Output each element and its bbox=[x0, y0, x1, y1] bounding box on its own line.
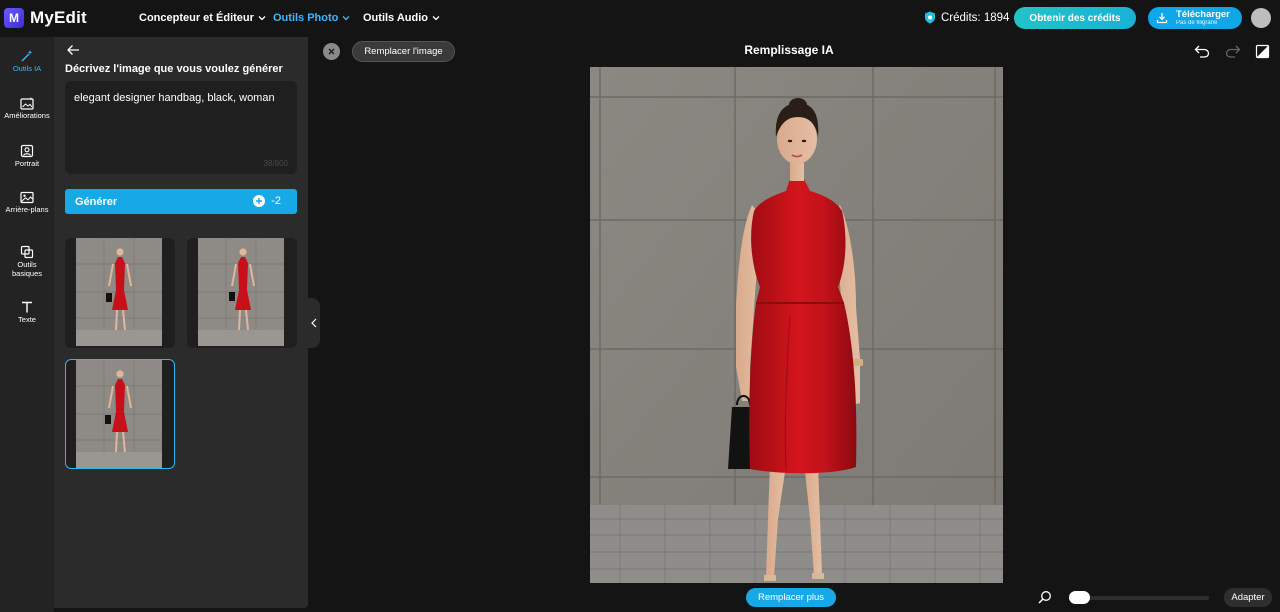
rail-label: Outils basiques bbox=[11, 260, 43, 278]
rail-label: Arrière-plans bbox=[5, 205, 49, 214]
magic-wand-icon bbox=[21, 50, 33, 62]
tool-rail: Outils IA Améliorations Portrait Arrière… bbox=[0, 37, 54, 612]
enhance-image-icon bbox=[20, 97, 34, 110]
collapse-panel-handle[interactable] bbox=[308, 298, 320, 348]
rail-label: Texte bbox=[18, 315, 36, 324]
compare-icon[interactable] bbox=[1255, 44, 1270, 59]
ai-fill-panel: Décrivez l'image que vous voulez générer… bbox=[54, 37, 308, 608]
download-label: Télécharger bbox=[1176, 8, 1230, 20]
chevron-down-icon bbox=[432, 16, 440, 21]
generate-label: Générer bbox=[75, 195, 118, 208]
chevron-left-icon bbox=[311, 318, 317, 328]
panel-title: Décrivez l'image que vous voulez générer bbox=[65, 63, 283, 75]
credits-counter: Crédits: 1894 bbox=[924, 11, 1009, 24]
zoom-slider-track[interactable] bbox=[1069, 596, 1209, 600]
rail-item-enhancements[interactable]: Améliorations bbox=[0, 97, 54, 121]
canvas-title: Remplissage IA bbox=[744, 43, 834, 57]
logo-mark: M bbox=[4, 8, 24, 28]
get-credits-button[interactable]: Obtenir des crédits bbox=[1014, 7, 1136, 29]
result-image bbox=[76, 360, 162, 468]
zoom-icon[interactable] bbox=[1038, 590, 1052, 604]
text-icon bbox=[22, 301, 32, 313]
rail-label: Portrait bbox=[14, 159, 40, 168]
prompt-value[interactable]: elegant designer handbag, black, woman bbox=[74, 92, 275, 104]
nav-label: Concepteur et Éditeur bbox=[139, 12, 254, 24]
chevron-down-icon bbox=[258, 16, 266, 21]
generate-button[interactable]: Générer -2 bbox=[65, 189, 297, 214]
result-thumbnail-2[interactable] bbox=[187, 238, 297, 348]
rail-item-portrait[interactable]: Portrait bbox=[0, 144, 54, 169]
zoom-slider-thumb[interactable] bbox=[1069, 591, 1090, 604]
rail-item-basic-tools[interactable]: Outils basiques bbox=[0, 245, 54, 278]
fit-button[interactable]: Adapter bbox=[1224, 588, 1272, 607]
char-counter: 38/800 bbox=[263, 159, 288, 168]
result-thumbnail-3[interactable] bbox=[65, 359, 175, 469]
credit-coin-icon bbox=[253, 195, 266, 207]
nav-designer-editor[interactable]: Concepteur et Éditeur bbox=[139, 12, 266, 24]
user-avatar[interactable] bbox=[1251, 8, 1271, 28]
nav-photo-tools[interactable]: Outils Photo bbox=[273, 12, 350, 24]
rail-label: Améliorations bbox=[4, 111, 50, 120]
result-thumbnail-1[interactable] bbox=[65, 238, 175, 348]
rail-item-text[interactable]: Texte bbox=[0, 300, 54, 325]
rail-item-backgrounds[interactable]: Arrière-plans bbox=[0, 191, 54, 215]
prompt-textarea[interactable]: elegant designer handbag, black, woman 3… bbox=[65, 81, 297, 174]
crop-tools-icon bbox=[20, 245, 34, 259]
download-button[interactable]: Télécharger Pas de filigrane bbox=[1148, 7, 1242, 29]
replace-image-button[interactable]: Remplacer l'image bbox=[352, 41, 455, 62]
generate-cost-value: -2 bbox=[271, 195, 281, 207]
top-bar: M MyEdit Concepteur et Éditeur Outils Ph… bbox=[0, 0, 1280, 37]
credits-text: Crédits: 1894 bbox=[941, 11, 1010, 24]
close-icon bbox=[328, 48, 335, 55]
replace-more-button[interactable]: Remplacer plus bbox=[746, 588, 836, 607]
nav-label: Outils Photo bbox=[273, 12, 339, 24]
rail-item-ai-tools[interactable]: Outils IA bbox=[0, 49, 54, 74]
download-icon bbox=[1156, 13, 1168, 24]
portrait-icon bbox=[20, 144, 34, 158]
credits-shield-icon bbox=[925, 11, 935, 24]
nav-audio-tools[interactable]: Outils Audio bbox=[363, 12, 440, 24]
redo-icon[interactable] bbox=[1225, 44, 1241, 58]
edited-photo bbox=[590, 67, 1003, 583]
chevron-down-icon bbox=[342, 16, 350, 21]
app-name: MyEdit bbox=[30, 8, 87, 27]
nav-label: Outils Audio bbox=[363, 12, 428, 24]
result-image bbox=[76, 238, 162, 346]
app-logo[interactable]: M MyEdit bbox=[4, 8, 87, 28]
back-arrow-icon[interactable] bbox=[66, 44, 80, 56]
background-icon bbox=[20, 191, 34, 204]
download-sublabel: Pas de filigrane bbox=[1176, 20, 1218, 27]
close-button[interactable] bbox=[323, 43, 340, 60]
generate-cost: -2 bbox=[253, 195, 281, 207]
undo-icon[interactable] bbox=[1194, 44, 1210, 58]
rail-label: Outils IA bbox=[12, 64, 42, 73]
result-image bbox=[198, 238, 284, 346]
